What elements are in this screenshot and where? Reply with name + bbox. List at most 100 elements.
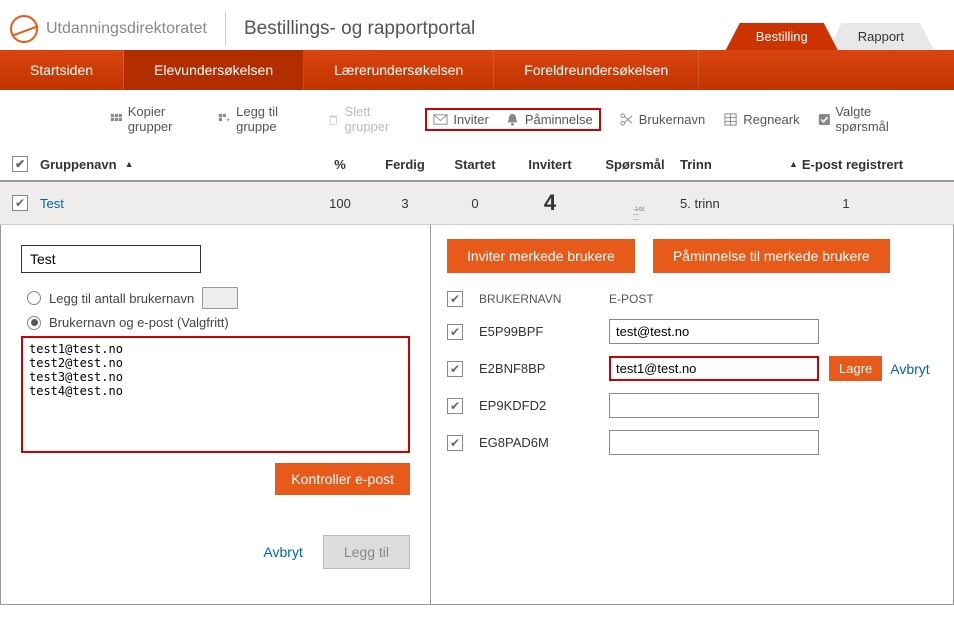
user-email-input[interactable] bbox=[609, 393, 819, 418]
trash-icon bbox=[327, 112, 340, 127]
column-headers: Gruppenavn % Ferdig Startet Invitert Spø… bbox=[0, 148, 954, 182]
tool-regneark[interactable]: Regneark bbox=[723, 112, 799, 127]
user-list-header: BRUKERNAVN E-POST bbox=[447, 285, 937, 313]
tool-regneark-label: Regneark bbox=[743, 112, 799, 127]
lagre-button[interactable]: Lagre bbox=[829, 356, 882, 381]
bell-icon bbox=[505, 112, 520, 127]
col-trinn[interactable]: Trinn bbox=[680, 157, 750, 172]
radio-epost[interactable] bbox=[27, 316, 41, 330]
tool-slett-grupper: Slett grupper bbox=[327, 104, 408, 134]
tool-brukernavn[interactable]: Brukernavn bbox=[619, 112, 705, 127]
tool-kopier-grupper[interactable]: Kopier grupper bbox=[110, 104, 200, 134]
check-icon bbox=[818, 112, 831, 127]
user-username: E5P99BPF bbox=[479, 324, 599, 339]
tool-slett-label: Slett grupper bbox=[345, 104, 408, 134]
legg-til-button[interactable]: Legg til bbox=[323, 535, 410, 569]
row-invitert: 4 bbox=[510, 190, 590, 216]
antall-input[interactable] bbox=[202, 287, 238, 309]
logo: Utdanningsdirektoratet bbox=[10, 15, 207, 43]
tab-bestilling[interactable]: Bestilling bbox=[726, 23, 838, 50]
avbryt-link[interactable]: Avbryt bbox=[263, 544, 302, 560]
toolbar: Kopier grupper + Legg til gruppe Slett g… bbox=[0, 90, 954, 148]
col-invitert[interactable]: Invitert bbox=[510, 157, 590, 172]
user-row: EP9KDFD2 bbox=[447, 387, 937, 424]
navbar: Startsiden Elevundersøkelsen Lærerunders… bbox=[0, 50, 954, 90]
tool-legg-til-gruppe[interactable]: + Legg til gruppe bbox=[218, 104, 308, 134]
scissors-icon bbox=[619, 112, 634, 127]
group-name-input[interactable] bbox=[21, 245, 201, 273]
user-row: EG8PAD6M bbox=[447, 424, 937, 461]
col-startet[interactable]: Startet bbox=[440, 157, 510, 172]
row-trinn: 5. trinn bbox=[680, 196, 750, 211]
left-panel: Legg til antall brukernavn Brukernavn og… bbox=[1, 225, 431, 604]
nav-foreldre[interactable]: Foreldreundersøkelsen bbox=[494, 50, 699, 90]
tool-inviter[interactable]: Inviter bbox=[433, 112, 488, 127]
tool-kopier-label: Kopier grupper bbox=[128, 104, 201, 134]
nav-laerer[interactable]: Lærerundersøkelsen bbox=[304, 50, 494, 90]
envelope-icon bbox=[433, 112, 448, 127]
col-epost-header: E-POST bbox=[609, 292, 654, 306]
col-brukernavn-header: BRUKERNAVN bbox=[479, 292, 599, 306]
user-email-input[interactable] bbox=[609, 319, 819, 344]
user-row: E5P99BPF bbox=[447, 313, 937, 350]
row-ferdig: 3 bbox=[370, 196, 440, 211]
user-username: EG8PAD6M bbox=[479, 435, 599, 450]
row-checkbox[interactable] bbox=[12, 195, 28, 211]
tab-rapport[interactable]: Rapport bbox=[828, 23, 934, 50]
row-percent: 100 bbox=[310, 196, 370, 211]
user-checkbox[interactable] bbox=[447, 398, 463, 414]
header: Utdanningsdirektoratet Bestillings- og r… bbox=[0, 0, 954, 50]
select-all-users-checkbox[interactable] bbox=[447, 291, 463, 307]
tool-brukernavn-label: Brukernavn bbox=[639, 112, 705, 127]
user-username: EP9KDFD2 bbox=[479, 398, 599, 413]
radio-antall[interactable] bbox=[27, 291, 41, 305]
header-divider bbox=[225, 12, 226, 46]
emails-textarea-highlight bbox=[21, 336, 410, 453]
right-panel: Inviter merkede brukere Påminnelse til m… bbox=[431, 225, 953, 604]
logo-icon bbox=[10, 15, 38, 43]
emails-textarea[interactable] bbox=[23, 338, 408, 448]
radio-antall-row[interactable]: Legg til antall brukernavn bbox=[27, 287, 410, 309]
tool-valgte-label: Valgte spørsmål bbox=[835, 104, 914, 134]
tool-inviter-label: Inviter bbox=[453, 112, 488, 127]
row-epost-reg: 1 bbox=[750, 196, 942, 211]
paminnelse-merkede-button[interactable]: Påminnelse til merkede brukere bbox=[653, 239, 890, 273]
user-checkbox[interactable] bbox=[447, 324, 463, 340]
radio-antall-label: Legg til antall brukernavn bbox=[49, 291, 194, 306]
kontroller-epost-button[interactable]: Kontroller e-post bbox=[275, 463, 410, 495]
user-checkbox[interactable] bbox=[447, 361, 463, 377]
detail-panels: Legg til antall brukernavn Brukernavn og… bbox=[0, 225, 954, 605]
col-ferdig[interactable]: Ferdig bbox=[370, 157, 440, 172]
nav-elev[interactable]: Elevundersøkelsen bbox=[124, 50, 304, 90]
user-email-input-editing[interactable] bbox=[609, 356, 819, 381]
radio-epost-row[interactable]: Brukernavn og e-post (Valgfritt) bbox=[27, 315, 410, 330]
spreadsheet-icon bbox=[723, 112, 738, 127]
col-sporsmal[interactable]: Spørsmål bbox=[590, 157, 680, 172]
group-row[interactable]: Test 100 3 0 4 5. trinn 1 bbox=[0, 182, 954, 225]
nav-startsiden[interactable]: Startsiden bbox=[0, 50, 124, 90]
highlight-inviter-paminnelse: Inviter Påminnelse bbox=[425, 108, 600, 131]
tool-paminnelse-label: Påminnelse bbox=[525, 112, 593, 127]
radio-epost-label: Brukernavn og e-post (Valgfritt) bbox=[49, 315, 229, 330]
grid-icon bbox=[110, 112, 123, 127]
top-tabs: Bestilling Rapport bbox=[726, 23, 934, 50]
portal-title: Bestillings- og rapportportal bbox=[244, 18, 475, 40]
col-gruppenavn[interactable]: Gruppenavn bbox=[40, 157, 310, 172]
select-all-checkbox[interactable] bbox=[12, 156, 28, 172]
tool-leggtil-label: Legg til gruppe bbox=[236, 104, 309, 134]
row-sporsmal[interactable] bbox=[590, 196, 680, 211]
user-checkbox[interactable] bbox=[447, 435, 463, 451]
grid-plus-icon: + bbox=[218, 112, 231, 127]
col-percent[interactable]: % bbox=[310, 157, 370, 172]
user-row: E2BNF8BP Lagre Avbryt bbox=[447, 350, 937, 387]
brand-text: Utdanningsdirektoratet bbox=[46, 20, 207, 38]
svg-text:+: + bbox=[226, 115, 231, 124]
user-email-input[interactable] bbox=[609, 430, 819, 455]
inviter-merkede-button[interactable]: Inviter merkede brukere bbox=[447, 239, 635, 273]
tool-paminnelse[interactable]: Påminnelse bbox=[505, 112, 593, 127]
avbryt-link-row[interactable]: Avbryt bbox=[890, 361, 929, 377]
col-epost-registrert[interactable]: ▲E-post registrert bbox=[750, 157, 942, 172]
tool-valgte-sporsmal[interactable]: Valgte spørsmål bbox=[818, 104, 914, 134]
user-username: E2BNF8BP bbox=[479, 361, 599, 376]
row-name[interactable]: Test bbox=[40, 196, 310, 211]
